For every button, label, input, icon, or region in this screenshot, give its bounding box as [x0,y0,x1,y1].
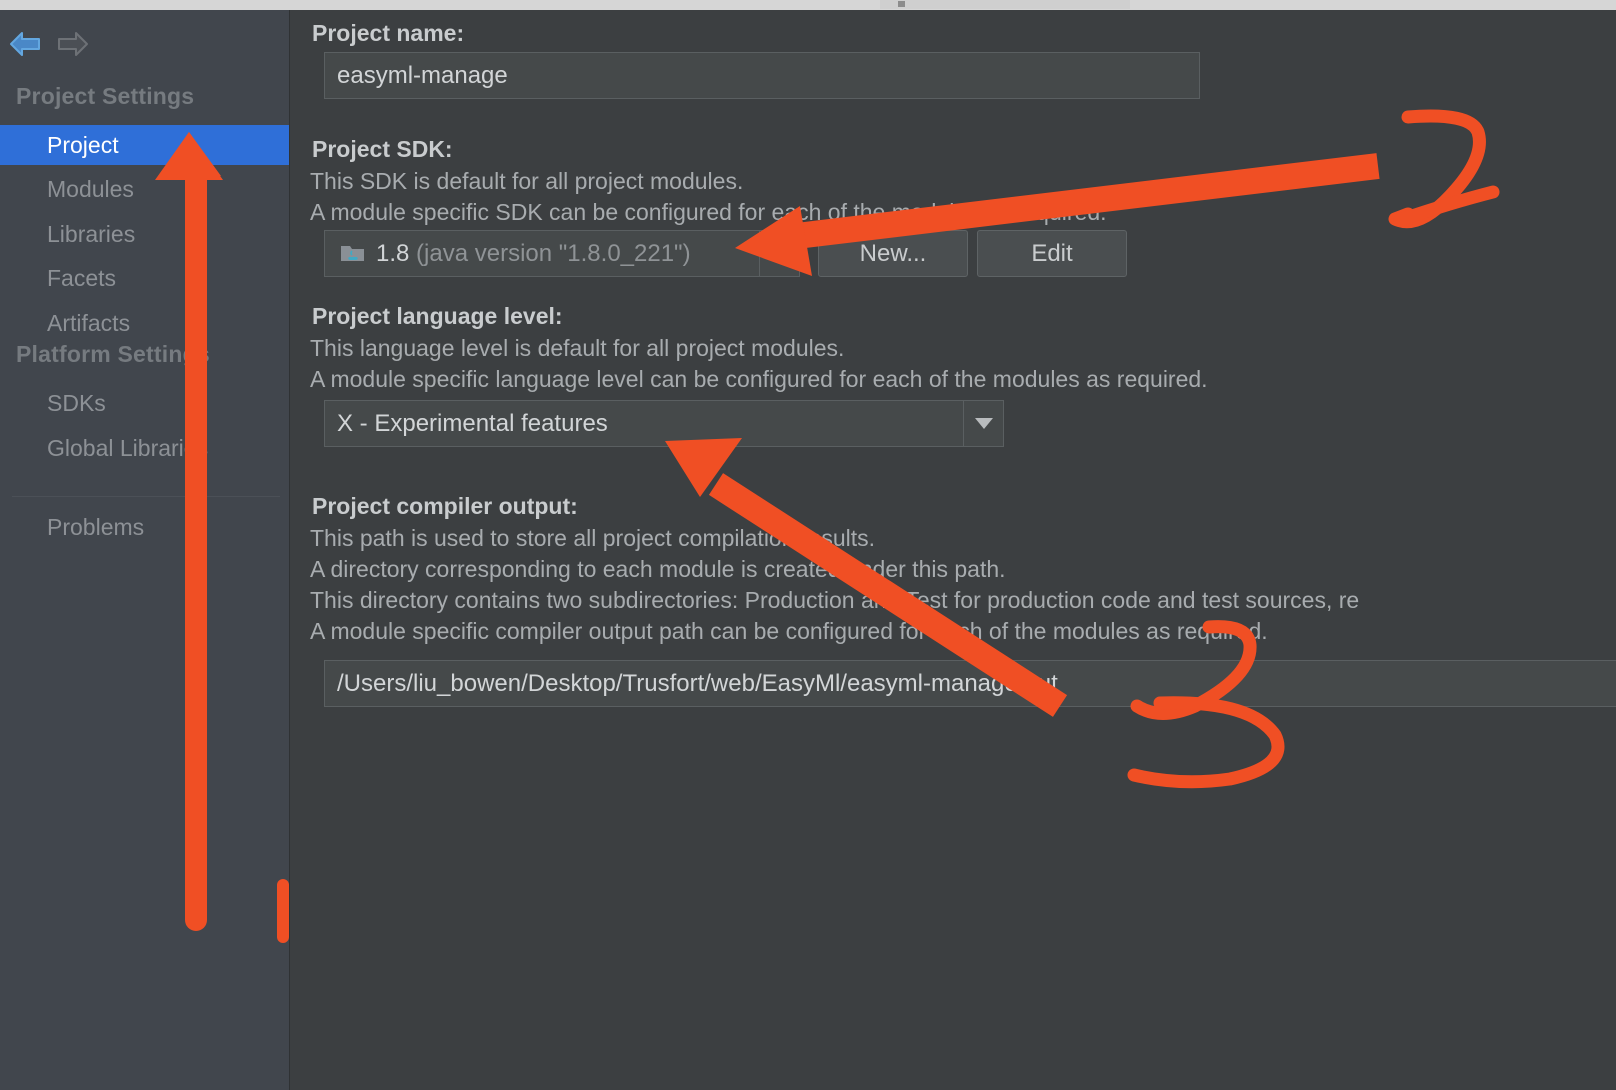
sidebar-item-libraries[interactable]: Libraries [0,214,289,254]
language-level-combobox[interactable]: X - Experimental features [324,400,1004,447]
settings-content-panel: Project name: easyml-manage Project SDK:… [290,10,1616,1090]
arrow-right-icon [58,32,88,56]
project-sdk-value: 1.8 (java version "1.8.0_221") [376,239,691,267]
new-sdk-button[interactable]: New... [818,230,968,277]
sidebar-item-global-libraries[interactable]: Global Libraries [0,428,289,468]
compiler-output-desc-line4: A module specific compiler output path c… [310,618,1268,644]
compiler-output-desc-line1: This path is used to store all project c… [310,525,876,551]
project-sdk-label: Project SDK: [312,136,453,162]
window-title-tab [880,0,1130,9]
compiler-output-desc-line2: A directory corresponding to each module… [310,556,1006,582]
language-level-value: X - Experimental features [337,409,608,437]
language-level-dropdown-button[interactable] [963,401,1003,446]
language-level-label: Project language level: [312,303,563,329]
sidebar-item-label: SDKs [47,389,106,416]
language-level-desc-line1: This language level is default for all p… [310,335,845,361]
project-sdk-combobox[interactable]: 1.8 (java version "1.8.0_221") [324,230,800,277]
window-title-dot [898,1,905,7]
compiler-output-value: /Users/liu_bowen/Desktop/Trusfort/web/Ea… [337,669,1058,697]
project-name-label: Project name: [312,20,465,46]
sidebar-item-facets[interactable]: Facets [0,258,289,298]
chevron-down-icon [974,418,993,429]
project-sdk-desc-line1: This SDK is default for all project modu… [310,168,744,194]
sidebar-item-label: Problems [47,513,145,540]
compiler-output-input[interactable]: /Users/liu_bowen/Desktop/Trusfort/web/Ea… [324,660,1616,707]
back-button[interactable] [6,27,46,61]
sidebar-item-label: Modules [47,175,134,202]
sidebar-item-label: Global Libraries [47,434,209,461]
compiler-output-desc-line3: This directory contains two subdirectori… [310,587,1360,613]
compiler-output-label: Project compiler output: [312,493,578,519]
arrow-left-icon [10,32,40,56]
project-sdk-desc-line2: A module specific SDK can be configured … [310,199,1107,225]
sidebar-item-label: Facets [47,264,117,291]
sidebar-item-sdks[interactable]: SDKs [0,383,289,423]
sidebar-item-label: Project [47,131,119,158]
settings-sidebar: Project Settings Project Modules Librari… [0,10,290,1090]
settings-dialog: Project Settings Project Modules Librari… [0,0,1616,1090]
edit-sdk-button[interactable]: Edit [977,230,1127,277]
sidebar-item-modules[interactable]: Modules [0,169,289,209]
forward-button[interactable] [52,27,92,61]
project-sdk-version: 1.8 [376,239,410,267]
chevron-down-icon [770,248,789,259]
project-name-input[interactable]: easyml-manage [324,52,1200,99]
project-name-value: easyml-manage [337,61,508,89]
sidebar-divider [12,496,280,497]
sidebar-item-problems[interactable]: Problems [0,507,289,547]
java-sdk-icon [339,240,367,268]
language-level-desc-line2: A module specific language level can be … [310,366,1208,392]
project-sdk-dropdown-button[interactable] [759,231,799,276]
sidebar-nav-arrows [0,22,289,68]
sidebar-item-label: Artifacts [47,309,131,336]
sidebar-group-header-platform-settings: Platform Settings [16,341,210,367]
sidebar-group-header-project-settings: Project Settings [16,83,195,109]
sidebar-item-artifacts[interactable]: Artifacts [0,303,289,343]
sidebar-item-label: Libraries [47,220,136,247]
sidebar-item-project[interactable]: Project [0,125,289,165]
